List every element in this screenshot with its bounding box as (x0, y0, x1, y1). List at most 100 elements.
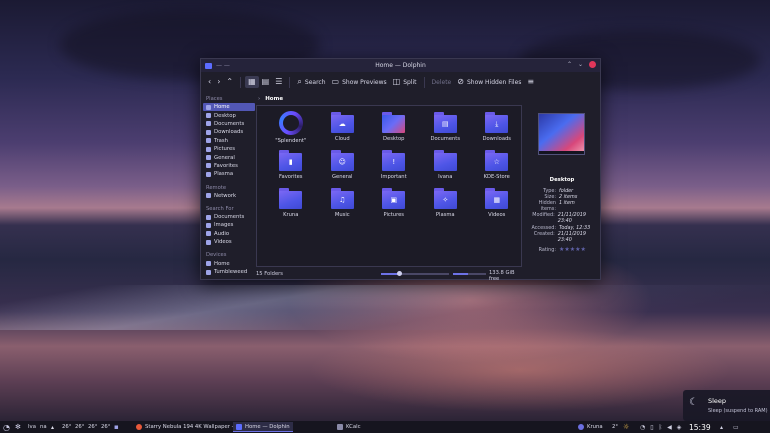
back-button[interactable]: ‹ (205, 76, 214, 88)
sidebar-item-search-videos[interactable]: Videos (203, 238, 255, 246)
sleep-notification[interactable]: ☾ Sleep Sleep (suspend to RAM) (683, 390, 770, 421)
info-metadata: Type: folder Size: 2 items Hidden items: 1 it… (524, 188, 600, 253)
bluetooth-icon[interactable]: ᛒ (659, 424, 663, 431)
sidebar-item-plasma[interactable]: Plasma (203, 170, 255, 178)
star-icon: ☆ (485, 150, 509, 171)
split-button[interactable]: ◫ Split (390, 76, 420, 88)
folder-item[interactable]: Kruna (265, 186, 317, 224)
task-dolphin[interactable]: Home — Dolphin (233, 422, 293, 432)
sidebar-item-label: Images (214, 222, 234, 229)
split-label: Split (403, 78, 417, 86)
sidebar-item-general[interactable]: General (203, 153, 255, 161)
breadcrumb[interactable]: › Home (258, 94, 283, 104)
folder-item[interactable]: Ivana (420, 148, 472, 186)
sidebar-item-label: Home (214, 104, 230, 111)
info-value: 21/11/2019 23:40 (557, 212, 586, 224)
network-icon[interactable]: ◈ (677, 424, 682, 431)
folder-item[interactable]: ☆ KDE-Store (471, 148, 523, 186)
rating-stars[interactable]: ★★★★★ (559, 247, 586, 253)
volume-icon[interactable]: ◀ (667, 424, 672, 431)
task-kruna[interactable]: Kruna (575, 422, 606, 432)
zoom-slider-handle[interactable] (397, 271, 402, 276)
sidebar-item-trash[interactable]: Trash (203, 137, 255, 145)
sidebar-item-home[interactable]: Home (203, 103, 255, 112)
weather-temperature[interactable]: 2° (612, 421, 618, 433)
folder-item[interactable]: ▦ Videos (471, 186, 523, 224)
zoom-slider[interactable] (381, 271, 449, 276)
sidebar-item-label: Documents (214, 120, 245, 127)
folder-item[interactable]: ♫ Music (317, 186, 369, 224)
details-view-button[interactable]: ☰ (272, 76, 285, 88)
sidebar-item-downloads[interactable]: Downloads (203, 128, 255, 136)
folder-body: ! (382, 153, 406, 171)
sidebar-item-search-images[interactable]: Images (203, 221, 255, 229)
icons-view-button[interactable]: ▦ (245, 76, 259, 88)
na-label: na (40, 424, 47, 430)
folder-item[interactable]: Desktop (368, 110, 420, 148)
task-kcalc[interactable]: KCalc (334, 422, 364, 432)
info-row: Modified: 21/11/2019 23:40 (524, 212, 600, 224)
temperature-3: 26° (88, 424, 98, 430)
sidebar-item-label: Videos (214, 239, 232, 246)
desktop-icon (206, 113, 211, 119)
breadcrumb-current[interactable]: Home (265, 96, 283, 102)
rating-row: Rating: ★★★★★ (524, 247, 600, 254)
clock[interactable]: 15:39 (689, 421, 711, 433)
user-label[interactable]: Iva (28, 421, 36, 433)
folder-item[interactable]: ▤ Documents (420, 110, 472, 148)
folder-item[interactable]: ✧ Plasma (420, 186, 472, 224)
minimize-icon[interactable]: ⌄ (578, 61, 583, 68)
keep-above-icon[interactable]: ⌃ (567, 61, 572, 68)
sidebar-item-favorites[interactable]: Favorites (203, 162, 255, 170)
file-view[interactable]: "Splendent" ☁ Cloud Desktop ▤ Documents ⤓ Downl… (256, 105, 522, 267)
sidebar-item-device-home[interactable]: Home (203, 259, 255, 267)
menu-button[interactable]: ≡ (524, 76, 537, 88)
chevron-up-icon[interactable]: ▴ (51, 421, 54, 433)
temperature-4: 26° (101, 424, 111, 430)
folder-label: Cloud (334, 136, 350, 142)
places-group-title: Places (206, 96, 223, 102)
power-icon[interactable]: ◔ (3, 421, 10, 433)
sidebar-item-desktop[interactable]: Desktop (203, 111, 255, 119)
show-hidden-files-button[interactable]: ⊘ Show Hidden Files (454, 76, 524, 88)
chevron-up-icon[interactable]: ▴ (720, 421, 723, 433)
forward-icon: › (217, 77, 221, 86)
sidebar-item-search-documents[interactable]: Documents (203, 213, 255, 221)
preview-taskbar (539, 151, 584, 154)
notifications-icon[interactable]: ◔ (640, 424, 645, 431)
folder-item[interactable]: ⤓ Downloads (471, 110, 523, 148)
show-desktop-icon[interactable]: ▭ (733, 421, 739, 433)
folder-body: ☺ (330, 153, 354, 171)
sun-icon[interactable]: ☼ (623, 421, 629, 433)
title-bar[interactable]: — — Home — Dolphin ⌃ ⌄ (201, 59, 600, 72)
search-group-title: Search For (206, 205, 234, 212)
settings-icon[interactable]: ✻ (15, 421, 21, 433)
folder-item[interactable]: ! Important (368, 148, 420, 186)
sidebar-item-pictures[interactable]: Pictures (203, 145, 255, 153)
bookmark-icon (206, 163, 211, 169)
pager-icon[interactable]: ▪ (114, 421, 119, 433)
info-row: Hidden items: 1 item (524, 200, 600, 212)
sidebar-item-search-audio[interactable]: Audio (203, 230, 255, 238)
search-button[interactable]: ⌕ Search (294, 76, 328, 88)
sidebar-item-network[interactable]: Network (203, 192, 255, 200)
show-previews-button[interactable]: ▭ Show Previews (329, 76, 390, 88)
clipboard-icon[interactable]: ▯ (650, 424, 653, 431)
window-title: Home — Dolphin (375, 62, 426, 69)
close-icon[interactable] (589, 61, 596, 68)
delete-button[interactable]: Delete (429, 77, 455, 88)
forward-button[interactable]: › (214, 76, 223, 88)
sidebar-item-device-tumbleweed[interactable]: Tumbleweed (203, 268, 255, 276)
compact-view-button[interactable]: ▤ (259, 76, 273, 88)
info-name: Desktop (549, 177, 575, 183)
folder-item[interactable]: ☁ Cloud (317, 110, 369, 148)
task-firefox[interactable]: Starry Nebula 194 4K Wallpaper - p... (133, 422, 247, 432)
folder-item[interactable]: "Splendent" (265, 110, 317, 148)
up-button[interactable]: ⌃ (223, 76, 236, 88)
folder-item[interactable]: ▮ Favorites (265, 148, 317, 186)
folder-item[interactable]: ▣ Pictures (368, 186, 420, 224)
folder-item[interactable]: ☺ General (317, 148, 369, 186)
compact-icon: ▤ (261, 77, 270, 86)
sidebar-item-documents[interactable]: Documents (203, 120, 255, 128)
rating-label: Rating: (538, 247, 556, 253)
